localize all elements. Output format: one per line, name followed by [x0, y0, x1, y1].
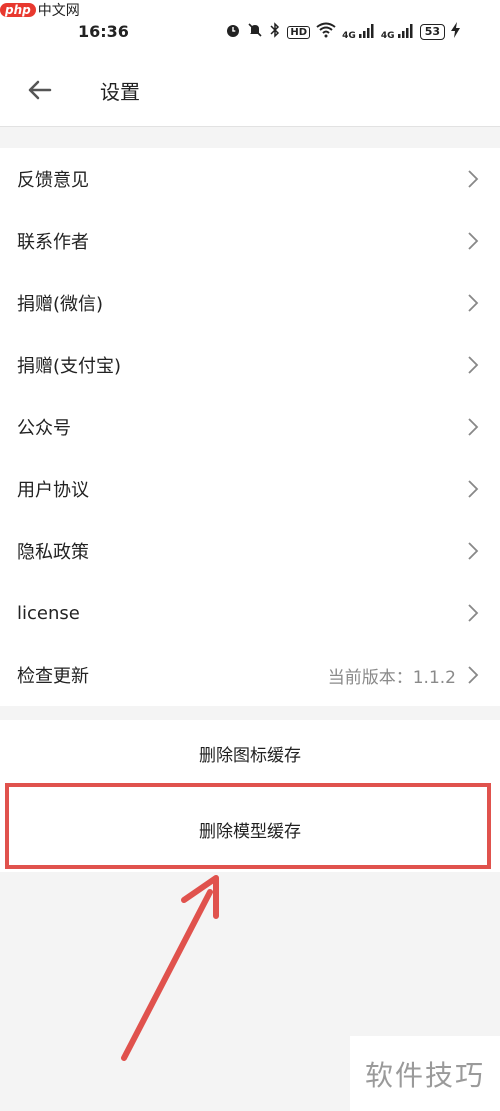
menu-item-official-account[interactable]: 公众号 [0, 396, 500, 458]
annotation-arrow-icon [121, 875, 219, 1061]
menu-item-user-agreement[interactable]: 用户协议 [0, 458, 500, 520]
chevron-right-icon [468, 232, 479, 250]
current-version-text: 当前版本：1.1.2 [327, 667, 456, 688]
menu-item-contact-author[interactable]: 联系作者 [0, 210, 500, 272]
arrow-left-icon[interactable] [24, 74, 56, 106]
php-logo-text: php [0, 3, 36, 17]
menu-item-license[interactable]: license [0, 582, 500, 644]
menu-item-feedback[interactable]: 反馈意见 [0, 148, 500, 210]
site-watermark-logo: php 中文网 [0, 0, 80, 20]
menu-item-label: 联系作者 [17, 232, 89, 253]
menu-item-label: 用户协议 [17, 480, 89, 501]
menu-item-label: 反馈意见 [17, 170, 89, 191]
status-icons: HD 4G 4G 53 [225, 22, 460, 42]
chevron-right-icon [468, 604, 479, 622]
signal-label: 4G [380, 30, 395, 41]
status-bar: php 中文网 16:36 HD 4G 4G 53 [0, 0, 500, 62]
signal-icon: 4G [342, 23, 375, 41]
chevron-right-icon [468, 418, 479, 436]
chevron-right-icon [468, 666, 479, 684]
menu-item-label: 捐赠(微信) [17, 294, 104, 315]
chevron-right-icon [468, 542, 479, 560]
hd-icon: HD [287, 25, 311, 39]
page-title: 设置 [100, 80, 140, 104]
menu-item-donate-alipay[interactable]: 捐赠(支付宝) [0, 334, 500, 396]
menu-item-donate-wechat[interactable]: 捐赠(微信) [0, 272, 500, 334]
menu-item-privacy-policy[interactable]: 隐私政策 [0, 520, 500, 582]
delete-icon-cache-button[interactable]: 删除图标缓存 [0, 720, 500, 786]
menu-item-label: 隐私政策 [17, 542, 89, 563]
chevron-right-icon [468, 170, 479, 188]
charging-icon [451, 22, 460, 42]
settings-menu: 反馈意见 联系作者 捐赠(微信) 捐赠(支付宝) 公众号 用户协议 隐私政策 l… [0, 148, 500, 706]
battery-icon: 53 [419, 24, 445, 40]
annotation-highlight-box [5, 783, 491, 869]
menu-item-label: 公众号 [17, 418, 71, 439]
watermark-text: 软件技巧 [350, 1036, 500, 1111]
status-time: 16:36 [78, 22, 129, 41]
app-header: 设置 [0, 62, 500, 127]
chevron-right-icon [468, 480, 479, 498]
wifi-icon [316, 22, 336, 42]
signal-label: 4G [342, 30, 356, 41]
mute-icon [247, 22, 263, 42]
menu-item-label: 捐赠(支付宝) [17, 356, 122, 377]
menu-item-label: license [17, 602, 80, 624]
site-name-text: 中文网 [37, 3, 80, 19]
bluetooth-icon [269, 22, 281, 42]
chevron-right-icon [468, 294, 479, 312]
menu-item-check-update[interactable]: 检查更新 当前版本：1.1.2 [0, 644, 500, 706]
alarm-icon [225, 22, 241, 42]
chevron-right-icon [468, 356, 479, 374]
signal-icon: 4G [380, 23, 414, 41]
menu-item-label: 检查更新 [17, 666, 89, 687]
